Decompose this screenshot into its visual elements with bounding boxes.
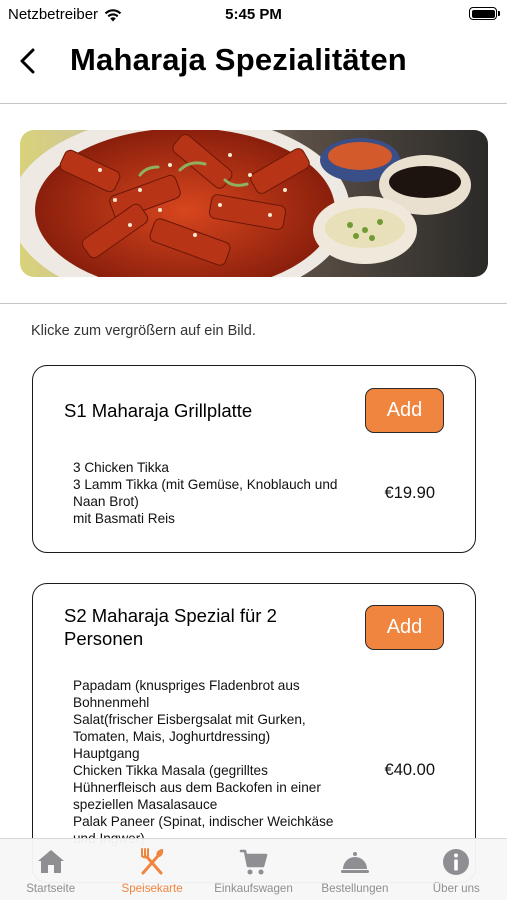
add-button[interactable]: Add <box>365 388 444 433</box>
header-divider <box>0 103 507 104</box>
status-time: 5:45 PM <box>225 6 282 23</box>
description-line: Hauptgang <box>73 746 140 761</box>
title-line: Personen <box>64 628 144 649</box>
cloche-icon <box>340 852 369 873</box>
description-line: Tomaten, Mais, Joghurtdressing) <box>73 729 271 744</box>
tab-label: Über uns <box>432 882 480 895</box>
description-line: 3 Chicken Tikka <box>73 460 169 475</box>
description-line: mit Basmati Reis <box>73 511 175 526</box>
menu-item-card: S1 Maharaja Grillplatte Add 3 Chicken Ti… <box>32 365 476 553</box>
home-icon <box>37 850 64 873</box>
description-line: Hühnerfleisch aus dem Backofen in einer <box>73 780 321 795</box>
tab-label: Speisekarte <box>121 882 183 895</box>
description-line: Bohnenmehl <box>73 695 150 710</box>
tab-startseite[interactable]: Startseite <box>0 839 101 900</box>
description-line: 3 Lamm Tikka (mit Gemüse, Knoblauch und <box>73 477 338 492</box>
title-line: S2 Maharaja Spezial für 2 <box>64 605 277 626</box>
tab-bestellungen[interactable]: Bestellungen <box>304 839 405 900</box>
add-button[interactable]: Add <box>365 605 444 650</box>
description-line: Papadam (knuspriges Fladenbrot aus <box>73 678 300 693</box>
fork-knife-icon <box>141 848 164 875</box>
hero-food-image[interactable] <box>20 130 488 277</box>
menu-item-description: Papadam (knuspriges Fladenbrot aus Bohne… <box>73 677 363 847</box>
menu-item-title: S2 Maharaja Spezial für 2 Personen <box>64 604 324 650</box>
description-line: Naan Brot) <box>73 494 139 509</box>
chevron-left-icon <box>20 48 35 74</box>
tab-label: Einkaufswagen <box>214 882 293 895</box>
cart-icon <box>239 849 267 875</box>
tab-einkaufswagen[interactable]: Einkaufswagen <box>203 839 304 900</box>
hint-text: Klicke zum vergrößern auf ein Bild. <box>31 323 256 339</box>
tab-label: Bestellungen <box>321 882 389 895</box>
menu-item-price: €19.90 <box>384 484 435 502</box>
description-line: speziellen Masalasauce <box>73 797 218 812</box>
back-button[interactable] <box>14 44 44 78</box>
tab-label: Startseite <box>26 882 76 895</box>
description-line: Palak Paneer (Spinat, indischer Weichkäs… <box>73 814 334 829</box>
status-bar: Netzbetreiber 5:45 PM <box>0 0 507 28</box>
menu-item-description: 3 Chicken Tikka 3 Lamm Tikka (mit Gemüse… <box>73 459 363 527</box>
tab-bar: Startseite Speisekarte Einkaufswagen Bes… <box>0 838 507 900</box>
nav-bar: Maharaja Spezialitäten <box>0 36 507 96</box>
page-title: Maharaja Spezialitäten <box>70 42 407 77</box>
info-icon <box>443 849 470 875</box>
menu-item-price: €40.00 <box>384 761 435 779</box>
tab-ueber-uns[interactable]: Über uns <box>406 839 507 900</box>
battery-icon <box>469 7 500 20</box>
tab-speisekarte[interactable]: Speisekarte <box>101 839 202 900</box>
image-divider <box>0 303 507 304</box>
description-line: Chicken Tikka Masala (gegrilltes <box>73 763 268 778</box>
menu-item-title: S1 Maharaja Grillplatte <box>64 400 253 421</box>
description-line: Salat(frischer Eisbergsalat mit Gurken, <box>73 712 306 727</box>
